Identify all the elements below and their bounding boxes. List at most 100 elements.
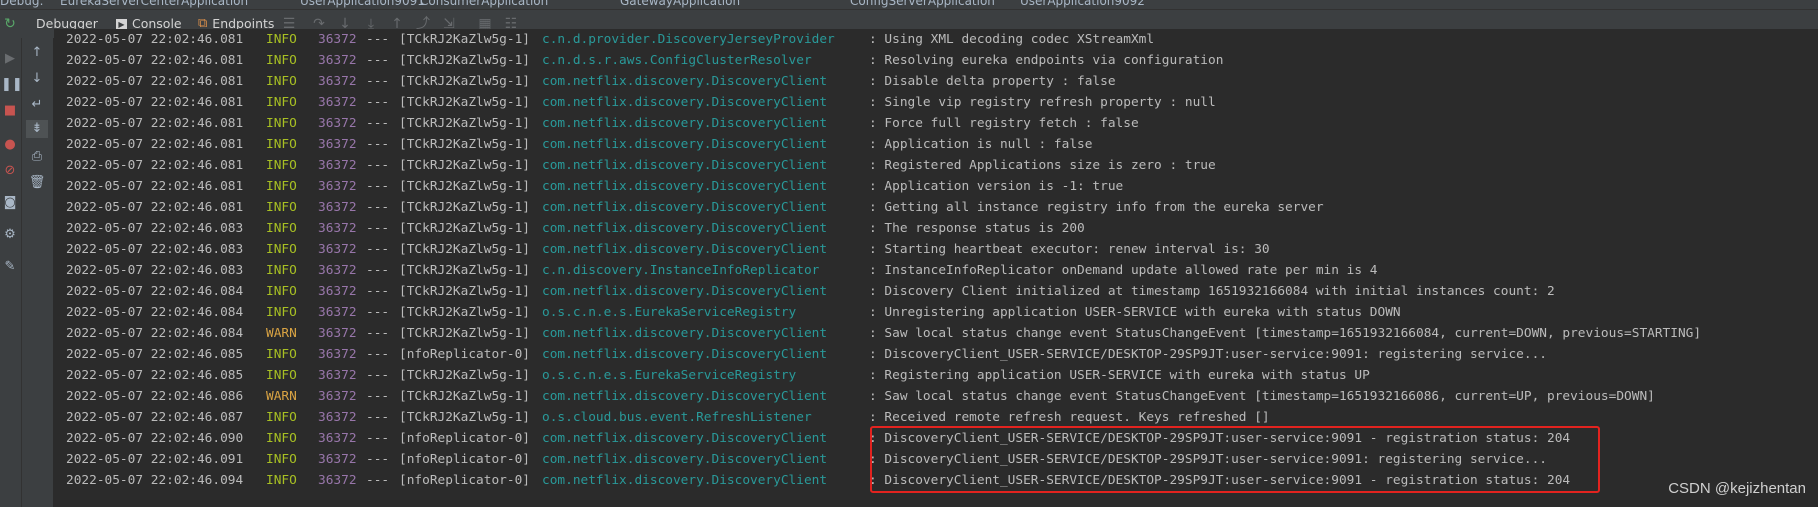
log-logger[interactable]: o.s.c.n.e.s.EurekaServiceRegistry xyxy=(542,302,796,323)
log-message: : Application version is -1: true xyxy=(869,179,1124,194)
log-pid: 36372 xyxy=(318,389,357,404)
log-date: 2022-05-07 22:02:46.087 xyxy=(66,410,244,425)
run-tab[interactable]: EurekaServerCenterApplication xyxy=(60,0,248,9)
soft-wrap-icon[interactable]: ↵ xyxy=(28,96,46,114)
log-thread: [TCkRJ2KaZlw5g-1] xyxy=(399,410,530,425)
log-logger[interactable]: com.netflix.discovery.DiscoveryClient xyxy=(542,218,827,239)
log-level: INFO xyxy=(266,242,297,257)
gear-icon[interactable]: ⚙ xyxy=(1,226,19,244)
log-level: INFO xyxy=(266,53,297,68)
log-message: : DiscoveryClient_USER-SERVICE/DESKTOP-2… xyxy=(869,452,1547,467)
log-level: INFO xyxy=(266,410,297,425)
run-tab[interactable]: GatewayApplication xyxy=(620,0,740,9)
run-tab[interactable]: ConfigServerApplication xyxy=(850,0,995,9)
print-icon[interactable]: ⎙ xyxy=(28,148,46,166)
trash-icon[interactable]: 🗑 xyxy=(28,174,46,192)
run-tab[interactable]: UserApplication9092 xyxy=(1020,0,1145,9)
log-logger[interactable]: com.netflix.discovery.DiscoveryClient xyxy=(542,470,827,491)
mute-breakpoints-icon[interactable]: ⊘ xyxy=(1,162,19,180)
rerun-icon[interactable]: ↻ xyxy=(2,16,18,32)
log-separator: --- xyxy=(366,452,390,467)
log-separator: --- xyxy=(366,158,390,173)
log-thread: [TCkRJ2KaZlw5g-1] xyxy=(399,116,530,131)
log-date: 2022-05-07 22:02:46.090 xyxy=(66,431,244,446)
log-logger[interactable]: o.s.c.n.e.s.EurekaServiceRegistry xyxy=(542,365,796,386)
resume-icon[interactable]: ▶ xyxy=(1,50,19,68)
log-message: : InstanceInfoReplicator onDemand update… xyxy=(869,263,1378,278)
log-level: INFO xyxy=(266,347,297,362)
log-logger[interactable]: com.netflix.discovery.DiscoveryClient xyxy=(542,386,827,407)
log-pid: 36372 xyxy=(318,116,357,131)
log-thread: [TCkRJ2KaZlw5g-1] xyxy=(399,326,530,341)
run-tab-label: ConfigServerApplication xyxy=(850,0,995,8)
log-message: : Unregistering application USER-SERVICE… xyxy=(869,305,1401,320)
log-logger[interactable]: com.netflix.discovery.DiscoveryClient xyxy=(542,134,827,155)
view-breakpoints-icon[interactable]: ● xyxy=(1,136,19,154)
log-thread: [TCkRJ2KaZlw5g-1] xyxy=(399,368,530,383)
run-tab[interactable]: UserApplication9091 xyxy=(300,0,425,9)
log-pid: 36372 xyxy=(318,53,357,68)
log-message: : Resolving eureka endpoints via configu… xyxy=(869,53,1224,68)
log-thread: [nfoReplicator-0] xyxy=(399,473,530,488)
log-date: 2022-05-07 22:02:46.085 xyxy=(66,347,244,362)
log-logger[interactable]: com.netflix.discovery.DiscoveryClient xyxy=(542,449,827,470)
log-logger[interactable]: com.netflix.discovery.DiscoveryClient xyxy=(542,71,827,92)
log-logger[interactable]: o.s.cloud.bus.event.RefreshListener xyxy=(542,407,812,428)
log-level: INFO xyxy=(266,305,297,320)
log-level: INFO xyxy=(266,179,297,194)
log-logger[interactable]: com.netflix.discovery.DiscoveryClient xyxy=(542,92,827,113)
debug-side-toolbar: ▶ ❚❚ ■ ● ⊘ ◙ ⚙ ✎ xyxy=(0,38,23,507)
log-level: INFO xyxy=(266,137,297,152)
log-logger[interactable]: c.n.d.provider.DiscoveryJerseyProvider xyxy=(542,29,835,50)
log-thread: [nfoReplicator-0] xyxy=(399,431,530,446)
pause-icon[interactable]: ❚❚ xyxy=(1,76,23,94)
log-separator: --- xyxy=(366,179,390,194)
console-output[interactable]: 2022-05-07 22:02:46.081 INFO 36372 --- [TCkR… xyxy=(54,29,1818,507)
log-logger[interactable]: com.netflix.discovery.DiscoveryClient xyxy=(542,155,827,176)
console-side-toolbar: ↑ ↓ ↵ ⇟ ⎙ 🗑 xyxy=(22,38,54,507)
log-logger[interactable]: com.netflix.discovery.DiscoveryClient xyxy=(542,113,827,134)
run-tab[interactable]: Debug: xyxy=(0,0,44,9)
log-thread: [TCkRJ2KaZlw5g-1] xyxy=(399,200,530,215)
log-pid: 36372 xyxy=(318,200,357,215)
stop-icon[interactable]: ■ xyxy=(1,102,19,120)
log-pid: 36372 xyxy=(318,242,357,257)
camera-icon[interactable]: ◙ xyxy=(1,194,19,212)
log-logger[interactable]: com.netflix.discovery.DiscoveryClient xyxy=(542,344,827,365)
log-level: INFO xyxy=(266,368,297,383)
log-logger[interactable]: c.n.discovery.InstanceInfoReplicator xyxy=(542,260,819,281)
log-thread: [TCkRJ2KaZlw5g-1] xyxy=(399,74,530,89)
log-separator: --- xyxy=(366,473,390,488)
log-separator: --- xyxy=(366,305,390,320)
log-pid: 36372 xyxy=(318,473,357,488)
run-tab[interactable]: ConsumerApplication xyxy=(420,0,548,9)
log-pid: 36372 xyxy=(318,221,357,236)
log-separator: --- xyxy=(366,53,390,68)
log-logger[interactable]: com.netflix.discovery.DiscoveryClient xyxy=(542,239,827,260)
log-message: : DiscoveryClient_USER-SERVICE/DESKTOP-2… xyxy=(869,347,1547,362)
scroll-up-icon[interactable]: ↑ xyxy=(28,44,46,62)
log-logger[interactable]: c.n.d.s.r.aws.ConfigClusterResolver xyxy=(542,50,812,71)
log-level: INFO xyxy=(266,116,297,131)
log-separator: --- xyxy=(366,389,390,404)
log-level: INFO xyxy=(266,431,297,446)
log-logger[interactable]: com.netflix.discovery.DiscoveryClient xyxy=(542,281,827,302)
log-date: 2022-05-07 22:02:46.083 xyxy=(66,242,244,257)
log-date: 2022-05-07 22:02:46.081 xyxy=(66,116,244,131)
pin-icon[interactable]: ✎ xyxy=(1,258,19,276)
scroll-down-icon[interactable]: ↓ xyxy=(28,70,46,88)
log-logger[interactable]: com.netflix.discovery.DiscoveryClient xyxy=(542,176,827,197)
log-date: 2022-05-07 22:02:46.084 xyxy=(66,284,244,299)
log-logger[interactable]: com.netflix.discovery.DiscoveryClient xyxy=(542,428,827,449)
log-logger[interactable]: com.netflix.discovery.DiscoveryClient xyxy=(542,323,827,344)
log-message: : Discovery Client initialized at timest… xyxy=(869,284,1555,299)
log-pid: 36372 xyxy=(318,305,357,320)
log-logger[interactable]: com.netflix.discovery.DiscoveryClient xyxy=(542,197,827,218)
log-date: 2022-05-07 22:02:46.083 xyxy=(66,263,244,278)
watermark: CSDN @kejizhentan xyxy=(1668,480,1806,497)
log-level: INFO xyxy=(266,32,297,47)
log-pid: 36372 xyxy=(318,368,357,383)
log-level: INFO xyxy=(266,263,297,278)
log-date: 2022-05-07 22:02:46.081 xyxy=(66,200,244,215)
scroll-to-end-icon[interactable]: ⇟ xyxy=(26,120,48,138)
